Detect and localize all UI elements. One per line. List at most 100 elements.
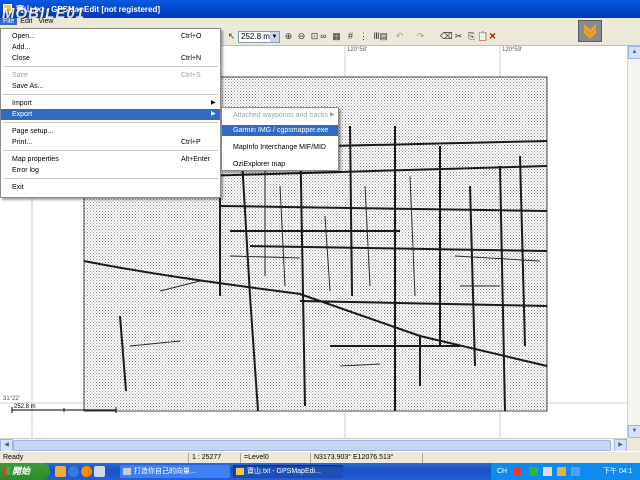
menu-item-label: Add...: [12, 44, 31, 51]
quicklaunch-ie-icon[interactable]: [68, 466, 79, 477]
coord-label-top-1: 120°58': [347, 47, 368, 53]
menu-item-label: Close: [12, 55, 30, 62]
menu-item-add[interactable]: Add...: [1, 42, 220, 53]
cut-icon[interactable]: ✂: [453, 31, 464, 42]
menu-separator: [3, 178, 218, 179]
title-bar: 寶山.txt - GPSMapEdit [not registered] MOB…: [0, 0, 640, 22]
task-label: 打造你自己的向量...: [134, 468, 196, 475]
menu-separator: [3, 66, 218, 67]
menu-item-shortcut: Alt+Enter: [181, 156, 210, 163]
menu-item-print[interactable]: Print... Ctrl+P: [1, 137, 220, 148]
status-level: =Level0: [240, 453, 308, 463]
quicklaunch-desktop-icon[interactable]: [94, 466, 105, 477]
menu-item-shortcut: Ctrl+S: [181, 72, 201, 79]
status-scale: 1 : 25277: [188, 453, 238, 463]
menu-item-shortcut: Ctrl+O: [181, 33, 202, 40]
layers-icon[interactable]: ▤: [378, 31, 389, 42]
menu-item-label: OziExplorer map: [233, 161, 286, 168]
menu-item-map-properties[interactable]: Map properties Alt+Enter: [1, 154, 220, 165]
menu-item-label: Attached waypoints and tracks: [233, 112, 328, 119]
quicklaunch-folder-icon[interactable]: [55, 466, 66, 477]
tray-security-icon[interactable]: [557, 467, 566, 476]
file-menu: Open... Ctrl+O Add... Close Ctrl+N Save …: [0, 28, 221, 198]
status-ready: Ready: [3, 454, 24, 461]
tray-app-icon[interactable]: [513, 467, 522, 476]
vertices-icon[interactable]: ⋮: [358, 31, 369, 42]
task-label: 寶山.txt - GPSMapEdi...: [247, 468, 321, 475]
delete-object-icon[interactable]: ⌫: [440, 31, 453, 42]
submenu-arrow-icon: ▶: [211, 100, 216, 106]
menu-item-shortcut: Ctrl+P: [181, 139, 201, 146]
menu-item-label: Page setup...: [12, 128, 54, 135]
taskbar: 開始 打造你自己的向量... 寶山.txt - GPSMapEdi... CH …: [0, 463, 640, 480]
menu-file[interactable]: File: [0, 18, 18, 25]
menu-item-label: Error log: [12, 167, 39, 174]
redo-icon[interactable]: ↷: [415, 31, 426, 42]
menu-separator: [3, 94, 218, 95]
horizontal-scroll-thumb[interactable]: [13, 440, 611, 451]
export-big-button[interactable]: [578, 20, 602, 42]
start-label: 開始: [12, 466, 31, 476]
submenu-arrow-icon: ▶: [330, 112, 335, 118]
tray-volume-icon[interactable]: [543, 467, 552, 476]
menu-item-open[interactable]: Open... Ctrl+O: [1, 31, 220, 42]
menu-item-garmin-img[interactable]: Garmin IMG / cgpsmapper.exe: [222, 125, 338, 136]
copy-icon[interactable]: ⎘: [466, 31, 477, 42]
link-icon[interactable]: ∞: [318, 31, 329, 42]
menu-item-save[interactable]: Save Ctrl+S: [1, 70, 220, 81]
menu-item-error-log[interactable]: Error log: [1, 165, 220, 176]
scroll-up-icon[interactable]: ▲: [628, 46, 640, 59]
zoom-in-icon[interactable]: ⊕: [283, 31, 294, 42]
status-coords: N3173.903° E12076.513°: [310, 453, 420, 463]
gpsmapedit-icon: [236, 468, 244, 475]
menu-item-label: MapInfo Interchange MIF/MID: [233, 144, 326, 151]
scroll-down-icon[interactable]: ▼: [628, 425, 640, 438]
menu-item-oziexplorer[interactable]: OziExplorer map: [222, 159, 338, 170]
chevron-down-icon[interactable]: ▼: [270, 32, 279, 42]
document-icon: [123, 468, 131, 475]
horizontal-scrollbar[interactable]: ◀ ▶: [0, 438, 627, 452]
menu-item-label: Exit: [12, 184, 24, 191]
menu-item-label: Print...: [12, 139, 33, 146]
menu-edit[interactable]: Edit: [17, 18, 35, 25]
menu-item-close[interactable]: Close Ctrl+N: [1, 53, 220, 64]
scale-combo[interactable]: 252.8 m ▼: [238, 31, 280, 43]
menu-item-export[interactable]: Export ▶: [1, 109, 220, 120]
taskbar-item-gpsmapedit[interactable]: 寶山.txt - GPSMapEdi...: [233, 465, 343, 478]
pointer-tool-icon[interactable]: ↖: [226, 31, 237, 42]
tray-im-icon[interactable]: [571, 467, 580, 476]
coord-label-left-1: 31°22': [3, 396, 20, 402]
taskbar-item-article[interactable]: 打造你自己的向量...: [120, 465, 230, 478]
vertical-scrollbar[interactable]: ▲ ▼: [627, 46, 640, 438]
menu-separator: [3, 122, 218, 123]
menu-bar: File Edit View: [0, 18, 56, 28]
windows-logo-icon: [3, 467, 10, 475]
coord-label-top-2: 120°59': [502, 47, 523, 53]
menu-item-label: Save: [12, 72, 28, 79]
status-bar: Ready 1 : 25277 =Level0 N3173.903° E1207…: [0, 451, 640, 463]
menu-item-mapinfo-mif[interactable]: MapInfo Interchange MIF/MID: [222, 142, 338, 153]
menu-item-label: Open...: [12, 33, 35, 40]
close-map-icon[interactable]: ✕: [487, 31, 498, 42]
grid-icon[interactable]: ▦: [331, 31, 342, 42]
menu-view[interactable]: View: [35, 18, 56, 25]
tray-network-icon[interactable]: [529, 467, 538, 476]
menu-item-attached-waypoints[interactable]: Attached waypoints and tracks ▶: [222, 110, 338, 121]
clock[interactable]: 下午 04:1: [603, 463, 633, 480]
menu-item-label: Save As...: [12, 83, 44, 90]
start-button[interactable]: 開始: [0, 463, 50, 480]
menu-item-shortcut: Ctrl+N: [181, 55, 202, 62]
menu-item-page-setup[interactable]: Page setup...: [1, 126, 220, 137]
status-extra: [422, 453, 640, 463]
language-indicator[interactable]: CH: [497, 463, 507, 480]
undo-icon[interactable]: ↶: [394, 31, 405, 42]
menu-item-exit[interactable]: Exit: [1, 182, 220, 193]
zoom-out-icon[interactable]: ⊖: [296, 31, 307, 42]
grid-toggle-icon[interactable]: #: [345, 31, 356, 42]
quicklaunch-firefox-icon[interactable]: [81, 466, 92, 477]
menu-item-import[interactable]: Import ▶: [1, 98, 220, 109]
system-tray: CH 下午 04:1: [490, 463, 640, 480]
gpsmapedit-window: 寶山.txt - GPSMapEdit [not registered] MOB…: [0, 0, 640, 480]
menu-item-save-as[interactable]: Save As...: [1, 81, 220, 92]
submenu-arrow-icon: ▶: [211, 111, 216, 117]
